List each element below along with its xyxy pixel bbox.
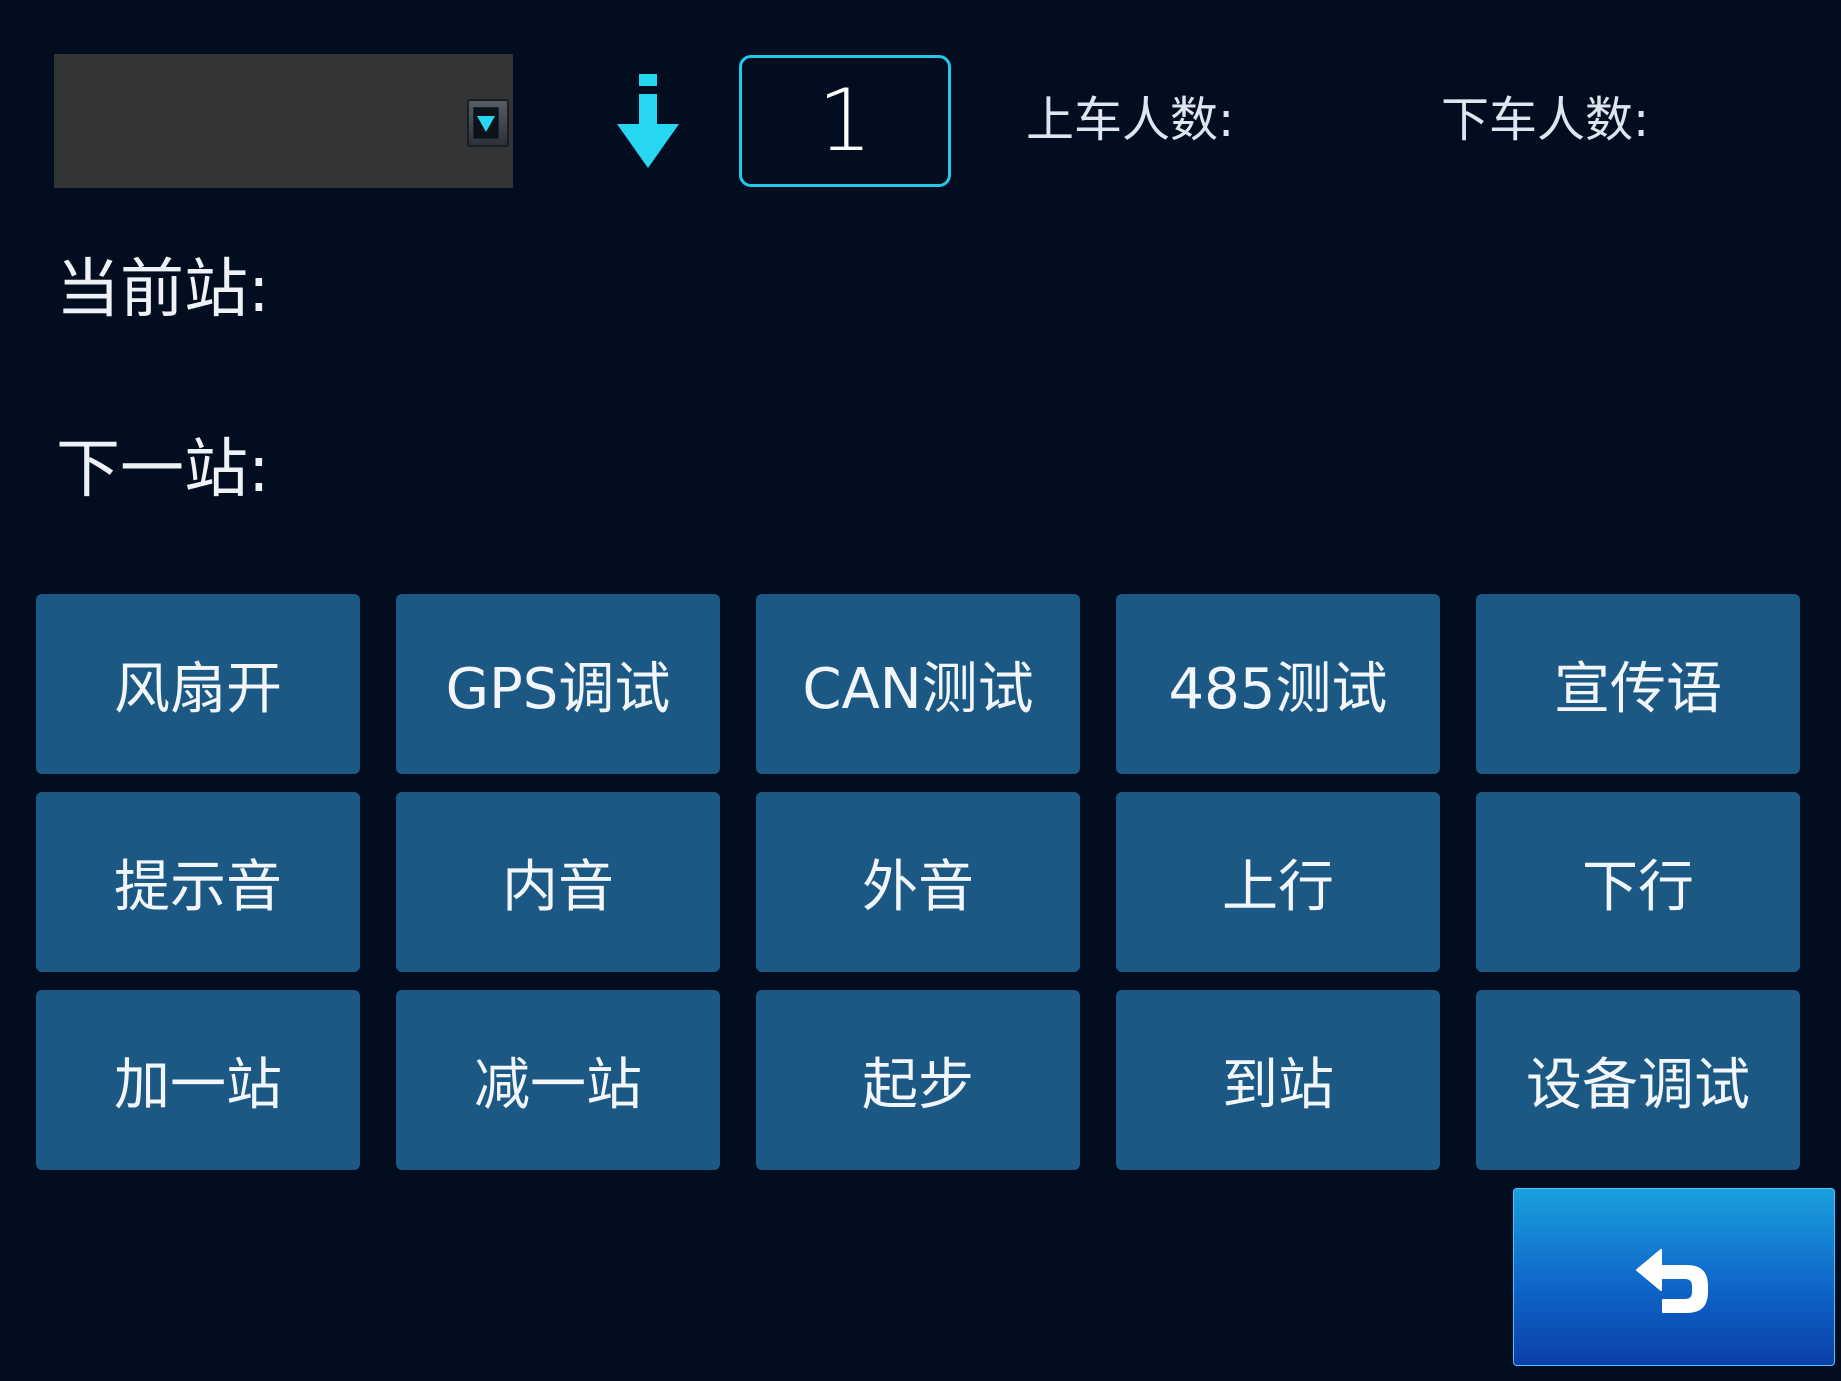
upbound-button[interactable]: 上行 [1116, 792, 1440, 972]
boarding-count-label: 上车人数: [1026, 92, 1235, 148]
dropdown-arrow-icon [473, 107, 499, 139]
external-audio-button[interactable]: 外音 [756, 792, 1080, 972]
return-arrow-icon [1636, 1249, 1708, 1313]
fan-on-button[interactable]: 风扇开 [36, 594, 360, 774]
alighting-count-label: 下车人数: [1441, 92, 1650, 148]
bus-station-control-screen: 1 上车人数: 下车人数: 当前站: 下一站: 风扇开 GPS调试 CAN测试 … [0, 0, 1841, 1381]
current-station-label: 当前站: [56, 253, 270, 327]
current-stop-number[interactable]: 1 [739, 55, 951, 187]
prompt-sound-button[interactable]: 提示音 [36, 792, 360, 972]
back-button[interactable] [1513, 1188, 1835, 1366]
downbound-button[interactable]: 下行 [1476, 792, 1800, 972]
device-debug-button[interactable]: 设备调试 [1476, 990, 1800, 1170]
add-station-button[interactable]: 加一站 [36, 990, 360, 1170]
down-arrow-icon[interactable] [617, 74, 679, 170]
next-station-label: 下一站: [56, 433, 270, 507]
slogan-button[interactable]: 宣传语 [1476, 594, 1800, 774]
can-test-button[interactable]: CAN测试 [756, 594, 1080, 774]
subtract-station-button[interactable]: 减一站 [396, 990, 720, 1170]
depart-button[interactable]: 起步 [756, 990, 1080, 1170]
gps-debug-button[interactable]: GPS调试 [396, 594, 720, 774]
485-test-button[interactable]: 485测试 [1116, 594, 1440, 774]
function-button-grid: 风扇开 GPS调试 CAN测试 485测试 宣传语 提示音 内音 外音 上行 下… [36, 594, 1800, 1170]
dropdown-button[interactable] [467, 99, 509, 147]
internal-audio-button[interactable]: 内音 [396, 792, 720, 972]
arrive-button[interactable]: 到站 [1116, 990, 1440, 1170]
route-select[interactable] [54, 54, 513, 188]
